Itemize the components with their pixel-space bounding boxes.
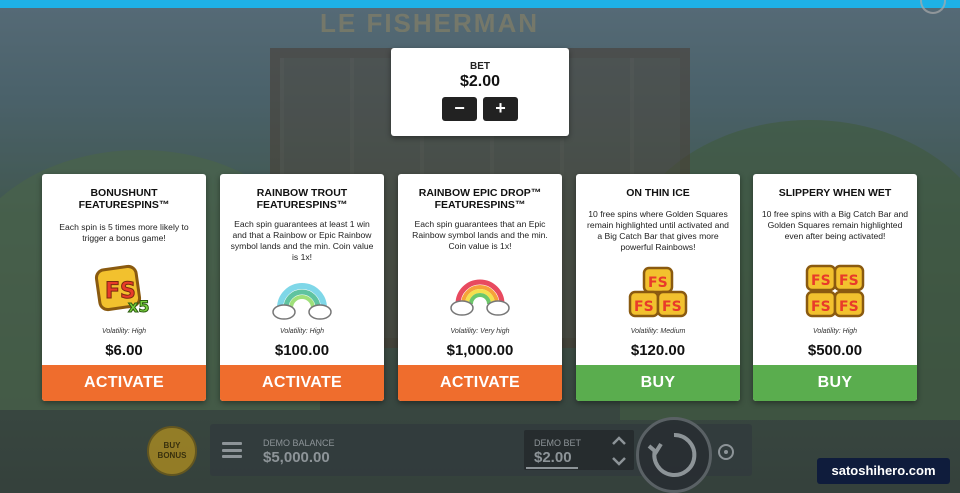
bet-decrease-button[interactable]: − [442, 97, 477, 121]
feature-card-rainbow-trout: RAINBOW TROUT FEATURESPINS™ Each spin gua… [220, 174, 384, 401]
card-price: $100.00 [274, 342, 330, 359]
svg-text:FS: FS [839, 273, 859, 289]
bet-up-down-icon[interactable] [609, 434, 629, 468]
demo-bet-value: $2.00 [534, 449, 572, 466]
svg-text:FS: FS [839, 299, 859, 315]
menu-icon[interactable] [222, 442, 242, 458]
svg-text:FS: FS [811, 273, 831, 289]
bet-label: BET [470, 61, 490, 72]
activate-button[interactable]: ACTIVATE [42, 365, 206, 401]
card-description: Each spin guarantees that an Epic Rainbo… [412, 219, 548, 251]
card-title: BONUSHUNT FEATURESPINS™ [78, 187, 170, 211]
card-volatility: Volatility: High [812, 328, 858, 335]
svg-text:FS: FS [662, 299, 682, 315]
card-price: $6.00 [105, 342, 143, 359]
card-price: $120.00 [630, 342, 686, 359]
activate-button[interactable]: ACTIVATE [220, 365, 384, 401]
card-description: Each spin is 5 times more likely to trig… [59, 222, 189, 243]
card-price: $1,000.00 [446, 342, 514, 359]
fs-gold-grid-icon: FS FS FS FS [805, 264, 865, 318]
buy-button[interactable]: BUY [576, 365, 740, 401]
feature-card-slippery-when-wet: SLIPPERY WHEN WET 10 free spins with a B… [753, 174, 917, 401]
buy-bonus-button[interactable]: BUY BONUS [147, 426, 197, 476]
autoplay-icon[interactable] [716, 442, 736, 462]
site-watermark: satoshihero.com [817, 458, 950, 484]
svg-text:x5: x5 [128, 297, 149, 316]
card-volatility: Volatility: High [279, 328, 325, 335]
card-title: ON THIN ICE [626, 187, 690, 199]
spin-arrow-icon [647, 432, 697, 477]
balance-label: DEMO BALANCE [263, 438, 335, 448]
top-accent-bar [0, 0, 960, 8]
activate-button[interactable]: ACTIVATE [398, 365, 562, 401]
bet-increase-button[interactable]: + [483, 97, 518, 121]
feature-card-on-thin-ice: ON THIN ICE 10 free spins where Golden S… [576, 174, 740, 401]
svg-text:FS: FS [811, 299, 831, 315]
card-title: SLIPPERY WHEN WET [778, 187, 892, 199]
card-description: 10 free spins with a Big Catch Bar and G… [761, 209, 909, 241]
bet-value: $2.00 [459, 73, 501, 90]
card-description: Each spin guarantees at least 1 win and … [230, 219, 374, 262]
balance-value: $5,000.00 [263, 449, 330, 466]
feature-card-rainbow-epic-drop: RAINBOW EPIC DROP™ FEATURESPINS™ Each spi… [398, 174, 562, 401]
buy-button[interactable]: BUY [753, 365, 917, 401]
demo-bet-label: DEMO BET [534, 438, 582, 448]
card-price: $500.00 [807, 342, 863, 359]
spin-button[interactable] [636, 417, 712, 493]
epic-rainbow-cloud-icon [450, 279, 510, 316]
bet-panel: BET $2.00 − + [391, 48, 569, 136]
card-volatility: Volatility: High [101, 328, 147, 335]
feature-card-bonushunt: BONUSHUNT FEATURESPINS™ Each spin is 5 ti… [42, 174, 206, 401]
svg-text:FS: FS [634, 299, 654, 315]
card-volatility: Volatility: Very high [450, 328, 510, 335]
card-title: RAINBOW TROUT FEATURESPINS™ [256, 187, 348, 211]
rainbow-cloud-icon [272, 283, 332, 320]
svg-text:FS: FS [648, 275, 668, 291]
card-title: RAINBOW EPIC DROP™ FEATURESPINS™ [418, 187, 542, 211]
card-description: 10 free spins where Golden Squares remai… [587, 209, 729, 252]
fs-gold-stack-icon: FS FS FS [628, 266, 688, 318]
demo-bet-underline [526, 467, 578, 469]
fs-x5-badge-icon: FS x5 [94, 264, 150, 317]
card-volatility: Volatility: Medium [630, 328, 686, 335]
